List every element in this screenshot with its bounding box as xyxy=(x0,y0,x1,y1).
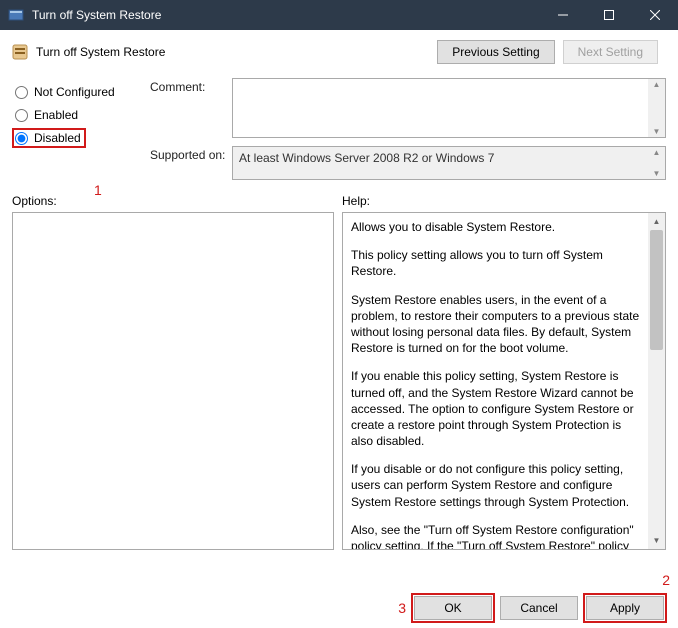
help-paragraph: Allows you to disable System Restore. xyxy=(351,219,640,235)
scroll-down-icon: ▼ xyxy=(653,127,661,136)
radio-disabled[interactable]: Disabled xyxy=(12,128,86,148)
dialog-footer: OK Cancel Apply xyxy=(0,588,678,628)
radio-not-configured[interactable]: Not Configured xyxy=(12,82,136,102)
scroll-down-icon: ▼ xyxy=(653,169,661,178)
annotation-3: 3 xyxy=(398,600,406,616)
scroll-up-icon: ▲ xyxy=(648,213,665,230)
radio-disabled-input[interactable] xyxy=(15,132,28,145)
policy-header: Turn off System Restore Previous Setting… xyxy=(12,40,666,64)
supported-on-value: At least Windows Server 2008 R2 or Windo… xyxy=(239,151,494,165)
annotation-2: 2 xyxy=(662,572,670,588)
app-icon xyxy=(8,7,24,23)
window-title: Turn off System Restore xyxy=(32,8,540,22)
supported-scrollbar[interactable]: ▲ ▼ xyxy=(648,147,665,179)
policy-icon xyxy=(12,44,28,60)
maximize-button[interactable] xyxy=(586,0,632,30)
scroll-down-icon: ▼ xyxy=(648,532,665,549)
help-paragraph: If you disable or do not configure this … xyxy=(351,461,640,510)
scroll-up-icon: ▲ xyxy=(653,148,661,157)
previous-setting-button[interactable]: Previous Setting xyxy=(437,40,554,64)
radio-not-configured-label: Not Configured xyxy=(34,85,115,99)
policy-title: Turn off System Restore xyxy=(36,45,437,59)
scroll-track[interactable] xyxy=(648,230,665,532)
close-button[interactable] xyxy=(632,0,678,30)
options-label: Options: xyxy=(12,194,334,208)
help-paragraph: If you enable this policy setting, Syste… xyxy=(351,368,640,449)
supported-label: Supported on: xyxy=(150,146,232,180)
options-pane xyxy=(12,212,334,550)
comment-textarea[interactable]: ▲ ▼ xyxy=(232,78,666,138)
title-bar: Turn off System Restore xyxy=(0,0,678,30)
radio-enabled[interactable]: Enabled xyxy=(12,105,136,125)
supported-on-box: At least Windows Server 2008 R2 or Windo… xyxy=(232,146,666,180)
comment-label: Comment: xyxy=(150,78,232,138)
state-radio-group: Not Configured Enabled Disabled xyxy=(12,78,136,180)
scroll-thumb[interactable] xyxy=(650,230,663,350)
comment-scrollbar[interactable]: ▲ ▼ xyxy=(648,79,665,137)
apply-button[interactable]: Apply xyxy=(586,596,664,620)
help-paragraph: This policy setting allows you to turn o… xyxy=(351,247,640,279)
scroll-up-icon: ▲ xyxy=(653,80,661,89)
radio-enabled-input[interactable] xyxy=(15,109,28,122)
cancel-button[interactable]: Cancel xyxy=(500,596,578,620)
radio-enabled-label: Enabled xyxy=(34,108,78,122)
radio-disabled-label: Disabled xyxy=(34,131,81,145)
help-scrollbar[interactable]: ▲ ▼ xyxy=(648,213,665,549)
ok-button[interactable]: OK xyxy=(414,596,492,620)
help-label: Help: xyxy=(342,194,666,208)
help-pane: Allows you to disable System Restore. Th… xyxy=(343,213,648,549)
help-paragraph: Also, see the "Turn off System Restore c… xyxy=(351,522,640,549)
radio-not-configured-input[interactable] xyxy=(15,86,28,99)
minimize-button[interactable] xyxy=(540,0,586,30)
help-paragraph: System Restore enables users, in the eve… xyxy=(351,292,640,357)
next-setting-button[interactable]: Next Setting xyxy=(563,40,658,64)
annotation-1: 1 xyxy=(94,182,102,198)
